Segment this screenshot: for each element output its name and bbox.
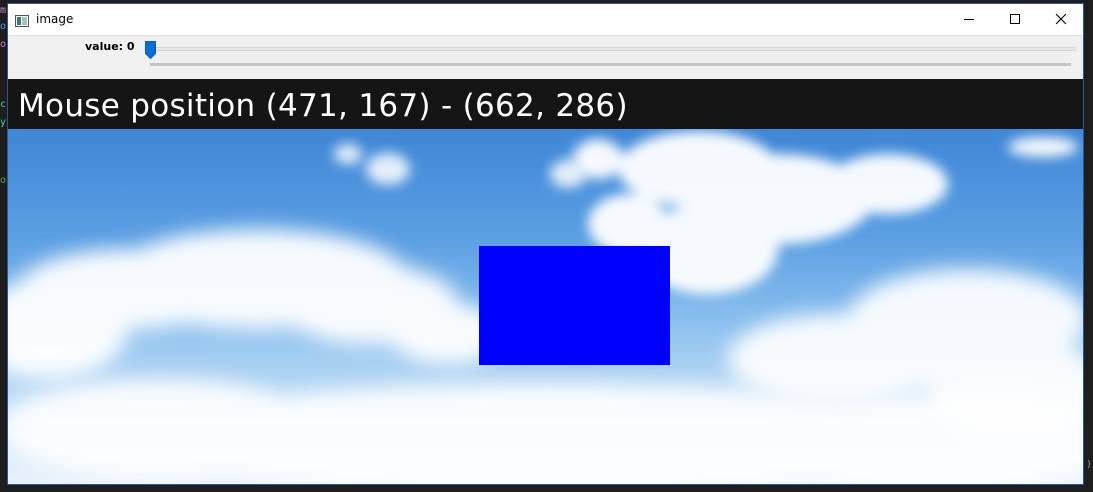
window-title: image	[36, 12, 74, 26]
image-canvas[interactable]: Mouse position (471, 167) - (662, 286)	[8, 79, 1083, 484]
background-editor-glyph: o	[0, 40, 7, 50]
slider-label: value: 0	[85, 40, 135, 53]
maximize-button[interactable]	[992, 4, 1038, 35]
drawn-rectangle	[479, 246, 670, 365]
maximize-icon	[1009, 10, 1021, 29]
image-window-icon	[15, 12, 29, 27]
minimize-icon	[963, 10, 975, 29]
background-editor-glyph: o	[0, 176, 7, 186]
image-window: image value: 0 Mouse position (471, 167)…	[7, 3, 1084, 485]
slider-tick-bar	[150, 63, 1071, 66]
title-bar[interactable]: image	[8, 4, 1083, 35]
slider-track[interactable]	[150, 47, 1076, 51]
close-button[interactable]	[1038, 4, 1083, 35]
slider-thumb[interactable]	[145, 41, 156, 60]
mouse-position-text: Mouse position (471, 167) - (662, 286)	[18, 88, 628, 124]
background-editor-glyph: m	[0, 6, 7, 16]
background-editor-glyph: o	[0, 22, 7, 32]
close-icon	[1055, 10, 1067, 29]
background-editor-strip	[0, 0, 7, 492]
status-header-band: Mouse position (471, 167) - (662, 286)	[8, 79, 1083, 129]
background-editor-glyph: )	[1086, 460, 1093, 470]
background-editor-glyph: c	[0, 100, 7, 110]
trackbar-panel: value: 0	[8, 35, 1083, 80]
minimize-button[interactable]	[946, 4, 992, 35]
background-editor-glyph: y	[0, 118, 7, 128]
